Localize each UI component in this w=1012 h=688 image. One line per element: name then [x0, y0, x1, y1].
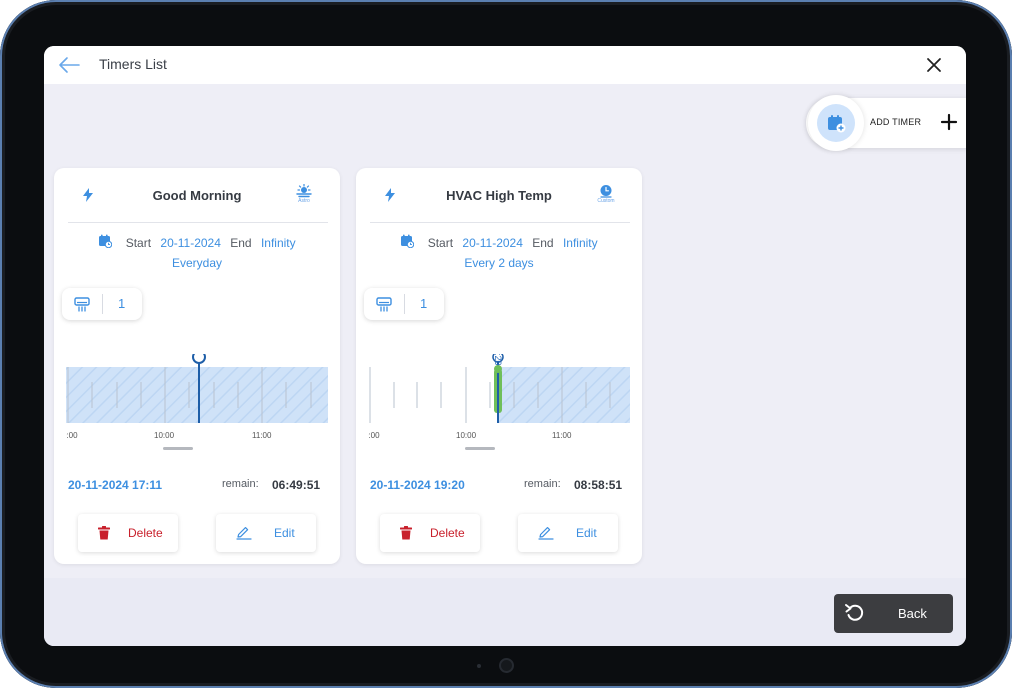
schedule-row: Start 20-11-2024 End Infinity	[356, 234, 642, 250]
end-label: End	[532, 235, 554, 250]
device-count: 1	[118, 296, 126, 311]
timeline-slider[interactable]: 10:20 9:00 10:00 11:00	[368, 354, 630, 454]
timeline-handle[interactable]	[192, 354, 206, 364]
start-date: 20-11-2024	[160, 235, 221, 250]
delete-label: Delete	[430, 526, 465, 540]
top-bar: Timers List	[44, 46, 966, 84]
timeline-range	[66, 367, 328, 423]
pencil-icon	[236, 527, 252, 540]
delete-button[interactable]: Delete	[78, 514, 178, 552]
camera-dot	[477, 664, 481, 668]
timeline-slider[interactable]: 9:00 10:00 11:00	[66, 354, 328, 454]
mode-label: Astro	[298, 198, 310, 204]
astro-icon	[296, 184, 312, 198]
remain-value: 06:49:51	[272, 478, 321, 492]
mode-indicator: Astro	[286, 184, 322, 204]
tick-label: 11:00	[252, 431, 272, 440]
calendar-clock-icon	[99, 234, 113, 249]
home-button[interactable]	[499, 658, 514, 673]
calendar-clock-icon	[401, 234, 415, 249]
timer-card: HVAC High Temp Custom Start 20-11-2024 E…	[356, 168, 642, 564]
start-date: 20-11-2024	[462, 235, 523, 250]
device-chip[interactable]: 1	[62, 288, 142, 320]
remain-label: remain:	[222, 478, 259, 490]
add-timer-icon-circle	[808, 95, 864, 151]
next-run-date: 20-11-2024 19:20	[370, 478, 465, 492]
delete-button[interactable]: Delete	[380, 514, 480, 552]
divider	[68, 222, 328, 223]
scroll-indicator[interactable]	[465, 447, 495, 450]
tick-label: 10:00	[154, 431, 175, 440]
device-count: 1	[420, 296, 428, 311]
undo-icon	[845, 604, 864, 621]
tick-label: 11:00	[552, 431, 572, 440]
add-timer-label: ADD TIMER	[870, 117, 922, 127]
edit-label: Edit	[274, 526, 295, 540]
mode-indicator: Custom	[588, 184, 624, 204]
air-conditioner-icon	[74, 297, 90, 312]
end-value: Infinity	[260, 235, 296, 250]
delete-label: Delete	[128, 526, 163, 540]
back-button[interactable]: Back	[834, 594, 953, 633]
next-run-date: 20-11-2024 17:11	[68, 478, 163, 492]
bottom-bar	[44, 578, 966, 646]
divider	[370, 222, 630, 223]
marker-time-label: 10:20	[493, 354, 503, 366]
timer-card: Good Morning Astro Start 20-11-2024 End …	[54, 168, 340, 564]
tick-label: 10:00	[456, 431, 477, 440]
trash-icon	[98, 526, 110, 540]
start-label: Start	[427, 235, 454, 250]
edit-button[interactable]: Edit	[518, 514, 618, 552]
repeat-text: Everyday	[171, 256, 223, 270]
end-label: End	[230, 235, 252, 250]
tick-label: 9:00	[66, 431, 78, 440]
calendar-add-icon	[828, 115, 846, 133]
trash-icon	[400, 526, 412, 540]
back-arrow-icon[interactable]	[58, 55, 80, 75]
air-conditioner-icon	[376, 297, 392, 312]
edit-button[interactable]: Edit	[216, 514, 316, 552]
screen: Timers List ADD TIMER Good Morning Astro…	[44, 46, 966, 646]
plus-icon	[940, 113, 958, 131]
remain-label: remain:	[524, 478, 561, 490]
add-timer-button[interactable]: ADD TIMER	[806, 95, 966, 151]
repeat-text: Every 2 days	[464, 256, 534, 270]
start-label: Start	[125, 235, 152, 250]
page-title: Timers List	[99, 56, 167, 72]
close-icon[interactable]	[924, 55, 944, 75]
tablet-frame: Timers List ADD TIMER Good Morning Astro…	[0, 0, 1012, 688]
schedule-row: Start 20-11-2024 End Infinity	[54, 234, 340, 250]
back-label: Back	[898, 606, 927, 621]
tick-label: 9:00	[368, 431, 380, 440]
device-chip[interactable]: 1	[364, 288, 444, 320]
clock-icon	[600, 185, 612, 198]
pencil-icon	[538, 527, 554, 540]
edit-label: Edit	[576, 526, 597, 540]
mode-label: Custom	[597, 198, 615, 204]
scroll-indicator[interactable]	[163, 447, 193, 450]
remain-value: 08:58:51	[574, 478, 623, 492]
end-value: Infinity	[562, 235, 598, 250]
